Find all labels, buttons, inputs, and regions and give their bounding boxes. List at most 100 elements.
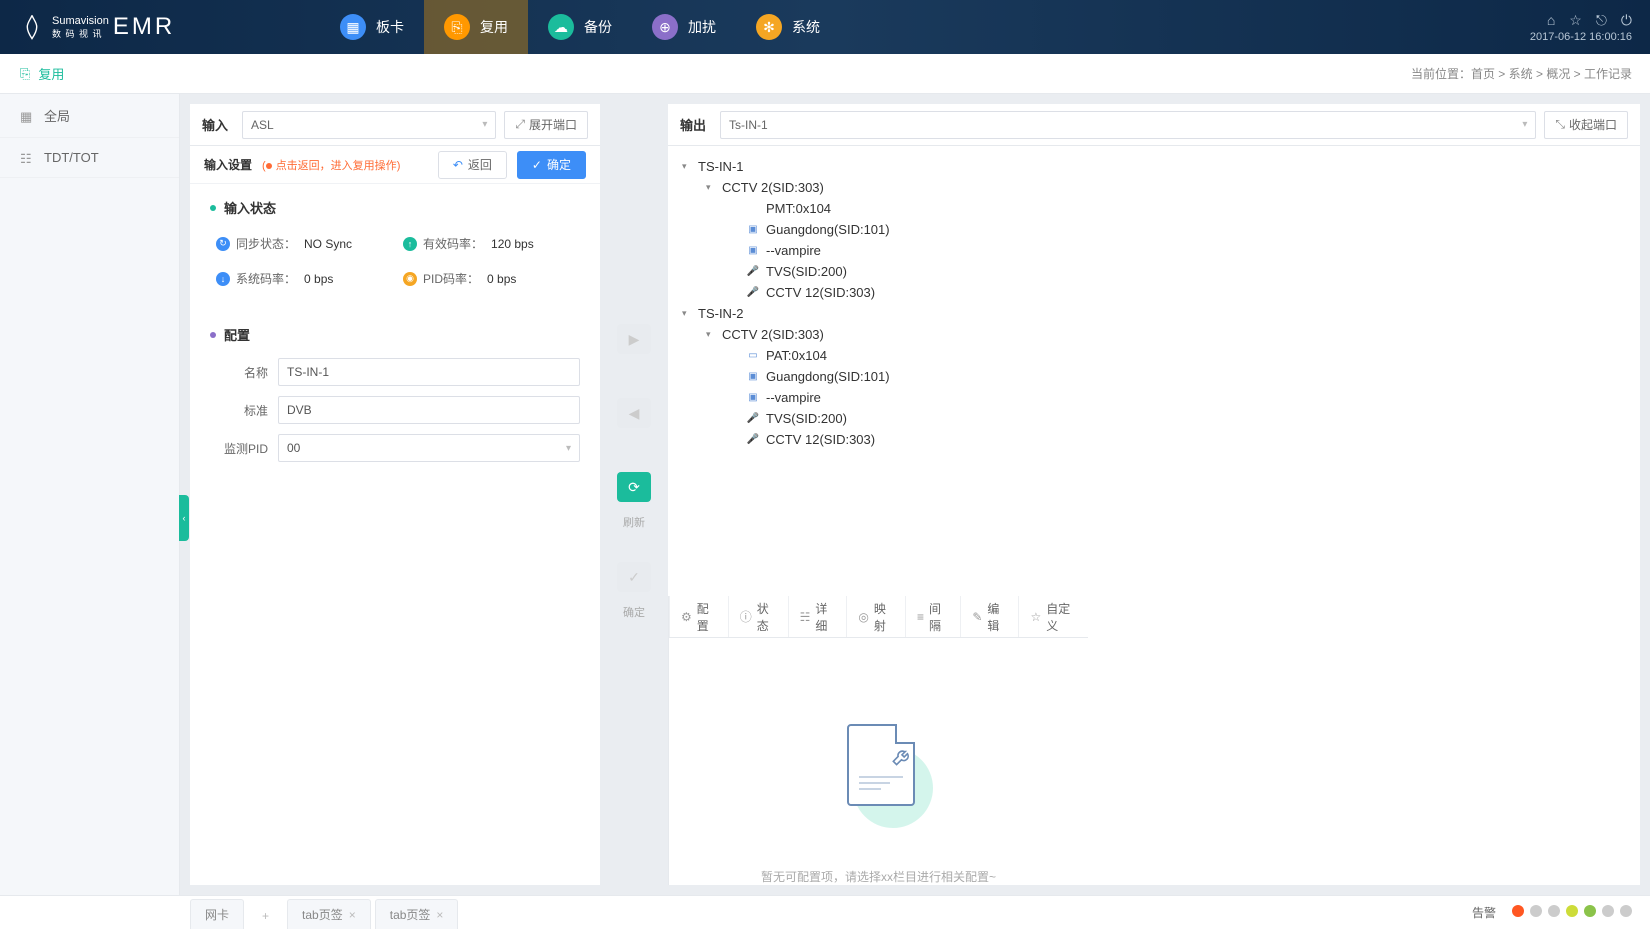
node-type-icon: ▣ (746, 246, 760, 256)
output-source-dropdown[interactable]: Ts-IN-1 ▾ (720, 111, 1536, 139)
pid-icon: ◉ (403, 272, 417, 286)
tree-node[interactable]: 🎤TVS(SID:200) (682, 261, 1626, 282)
monitor-pid-dropdown[interactable]: 00 ▾ (278, 434, 580, 462)
node-type-icon: 🎤 (746, 288, 760, 298)
footer-tabs: 网卡+tab页签×tab页签× (190, 896, 462, 929)
tree-node[interactable]: ▣--vampire (682, 240, 1626, 261)
toolbar-详细[interactable]: ☵详细 (788, 596, 847, 637)
footer-tab-2[interactable]: tab页签× (375, 899, 459, 929)
input-source-dropdown[interactable]: ASL ▾ (242, 111, 496, 139)
nav-item-4[interactable]: ✻系统 (736, 0, 840, 54)
check-icon: ✓ (532, 158, 542, 172)
main-nav: ▦板卡⎘复用☁备份⊕加扰✻系统 (320, 0, 1530, 54)
sync-status: ↻同步状态：NO Sync (216, 235, 393, 252)
standard-input[interactable]: DVB (278, 396, 580, 424)
logo: Sumavision 数 码 视 讯 EMR (0, 13, 180, 41)
chevron-down-icon: ▾ (482, 119, 487, 130)
status-dot (1602, 905, 1614, 917)
config-section-title: 配置 (210, 325, 580, 344)
confirm-button[interactable]: ✓ 确定 (517, 151, 586, 179)
name-input[interactable]: TS-IN-1 (278, 358, 580, 386)
node-type-icon: 🎤 (746, 267, 760, 277)
logout-icon[interactable]: ⎋ (1596, 12, 1607, 29)
tree-node[interactable]: ▣Guangdong(SID:101) (682, 219, 1626, 240)
tree-node[interactable]: 🎤CCTV 12(SID:303) (682, 429, 1626, 450)
tree-node[interactable]: 🎤TVS(SID:200) (682, 408, 1626, 429)
chevron-down-icon: ▾ (566, 443, 571, 454)
nav-icon: ▦ (340, 14, 366, 40)
tree-node[interactable]: ▣Guangdong(SID:101) (682, 366, 1626, 387)
status-dot (1566, 905, 1578, 917)
refresh-button[interactable]: ⟳ (617, 472, 651, 502)
toolbar-自定义[interactable]: ☆自定义 (1018, 596, 1088, 637)
node-type-icon: ▣ (746, 225, 760, 235)
toolbar-icon: ⚙ (681, 610, 692, 624)
toolbar-配置[interactable]: ⚙配置 (669, 596, 728, 637)
system-icon: ↓ (216, 272, 230, 286)
collapse-ports-button[interactable]: ⤡ 收起端口 (1544, 111, 1628, 139)
mid-confirm-button[interactable]: ✓ (617, 562, 651, 592)
effective-rate: ↑有效码率：120 bps (403, 235, 580, 252)
move-right-button[interactable]: ▶ (617, 324, 651, 354)
toolbar-编辑[interactable]: ✎编辑 (960, 596, 1018, 637)
toolbar-icon: ☆ (1030, 610, 1041, 624)
tree-node[interactable]: ▾CCTV 2(SID:303) (682, 324, 1626, 345)
nav-item-0[interactable]: ▦板卡 (320, 0, 424, 54)
node-type-icon: ▣ (746, 372, 760, 382)
toolbar-状态[interactable]: ⓘ状态 (728, 596, 788, 637)
status-dot (1584, 905, 1596, 917)
refresh-label: 刷新 (623, 514, 645, 530)
app-header: Sumavision 数 码 视 讯 EMR ▦板卡⎘复用☁备份⊕加扰✻系统 ⌂… (0, 0, 1650, 54)
nav-icon: ⎘ (444, 14, 470, 40)
toolbar-icon: ☵ (800, 610, 811, 624)
output-panel-container: 输出 Ts-IN-1 ▾ ⤡ 收起端口 ▾TS-IN-1▾CCTV 2(SID:… (668, 104, 1640, 885)
add-tab-button[interactable]: + (248, 903, 283, 929)
caret-icon: ▾ (682, 161, 692, 172)
move-left-button[interactable]: ◀ (617, 398, 651, 428)
toolbar-间隔[interactable]: ≡间隔 (905, 596, 960, 637)
header-right: ⌂ ☆ ⎋ ⏻ 2017-06-12 16:00:16 (1530, 12, 1650, 43)
system-rate: ↓系统码率：0 bps (216, 270, 393, 287)
power-icon[interactable]: ⏻ (1621, 12, 1632, 29)
toolbar-映射[interactable]: ◎映射 (846, 596, 905, 637)
sidebar-item-0[interactable]: ▦全局 (0, 94, 179, 138)
name-label: 名称 (210, 364, 268, 381)
home-icon[interactable]: ⌂ (1547, 12, 1555, 29)
timestamp: 2017-06-12 16:00:16 (1530, 31, 1632, 43)
nav-item-1[interactable]: ⎘复用 (424, 0, 528, 54)
tree-node[interactable]: ▭PAT:0x104 (682, 345, 1626, 366)
input-settings-hint: (点击返回，进入复用操作) (262, 157, 400, 173)
caret-icon: ▾ (706, 182, 716, 193)
sidebar: ▦全局☷TDT/TOT (0, 94, 180, 895)
footer-tab-1[interactable]: tab页签× (287, 899, 371, 929)
tree-node[interactable]: PMT:0x104 (682, 198, 1626, 219)
tree-node[interactable]: 🎤CCTV 12(SID:303) (682, 282, 1626, 303)
brand-name: Sumavision (52, 15, 109, 27)
nav-icon: ✻ (756, 14, 782, 40)
node-type-icon (746, 204, 760, 214)
back-button[interactable]: ↶ 返回 (438, 151, 507, 179)
nav-item-3[interactable]: ⊕加扰 (632, 0, 736, 54)
expand-ports-button[interactable]: ⤢ 展开端口 (504, 111, 588, 139)
sidebar-collapse-handle[interactable]: ‹ (179, 495, 189, 541)
footer-tab-0[interactable]: 网卡 (190, 899, 244, 929)
status-dot (1530, 905, 1542, 917)
product-name: EMR (113, 13, 175, 41)
tree-node[interactable]: ▾TS-IN-1 (682, 156, 1626, 177)
star-icon[interactable]: ☆ (1569, 12, 1582, 29)
close-icon[interactable]: × (349, 908, 356, 922)
sidebar-item-1[interactable]: ☷TDT/TOT (0, 138, 179, 178)
status-dot (1620, 905, 1632, 917)
input-status-section-title: 输入状态 (210, 198, 580, 217)
empty-illustration-icon (823, 718, 933, 828)
tree-node[interactable]: ▣--vampire (682, 387, 1626, 408)
nav-item-2[interactable]: ☁备份 (528, 0, 632, 54)
sync-icon: ↻ (216, 237, 230, 251)
input-settings-title: 输入设置 (204, 156, 252, 173)
tree-node[interactable]: ▾TS-IN-2 (682, 303, 1626, 324)
brand-logo-icon (18, 13, 46, 41)
monitor-pid-label: 监测PID (210, 440, 268, 457)
tree-node[interactable]: ▾CCTV 2(SID:303) (682, 177, 1626, 198)
close-icon[interactable]: × (436, 908, 443, 922)
node-type-icon: ▭ (746, 351, 760, 361)
